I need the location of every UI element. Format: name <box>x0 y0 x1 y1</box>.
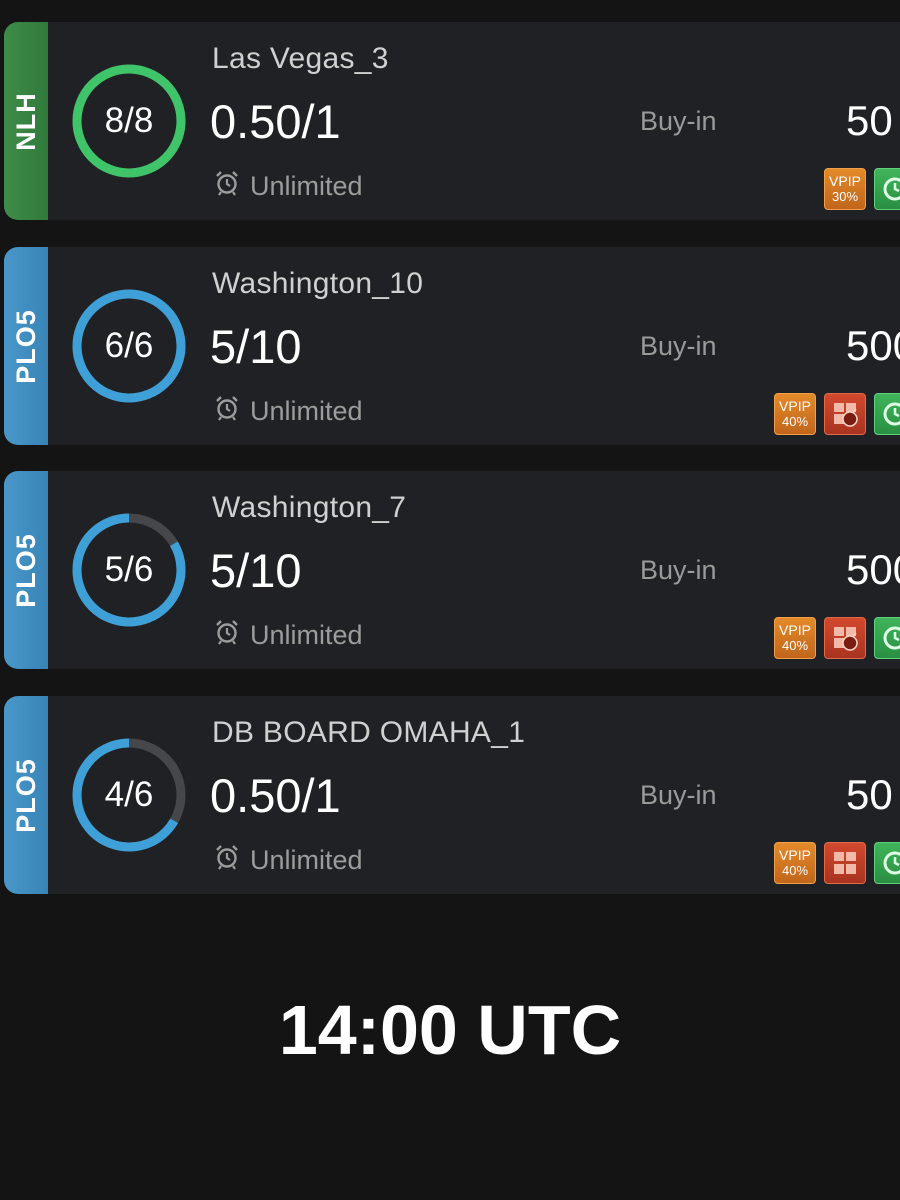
buyin-label: Buy-in <box>640 780 717 810</box>
game-type-label: NLH <box>10 91 41 151</box>
time-limit-label: Unlimited <box>250 396 363 426</box>
alarm-clock-icon <box>214 844 240 877</box>
game-type-label: PLO5 <box>10 532 41 608</box>
time-limit: Unlimited <box>214 395 363 428</box>
vpip-badge: VPIP 40% <box>774 842 816 884</box>
buyin-value: 500 <box>846 322 900 369</box>
vpip-badge-value: 30% <box>831 189 859 204</box>
buyin-value: 50 <box>846 97 893 144</box>
seat-count: 6/6 <box>104 326 154 365</box>
buyin-value: 50 <box>846 771 893 818</box>
table-card[interactable]: PLO5 6/6 Washington_10 5/10 Unlimited Bu… <box>4 247 900 445</box>
game-type-tag: PLO5 <box>4 471 48 669</box>
bomb-pot-icon <box>824 393 866 435</box>
table-name: Las Vegas_3 <box>212 42 389 75</box>
stakes: 0.50/1 <box>210 95 341 148</box>
stakes: 5/10 <box>210 544 302 597</box>
vpip-badge-label: VPIP <box>779 622 811 638</box>
alarm-clock-icon <box>214 619 240 652</box>
alarm-clock-icon <box>214 395 240 428</box>
table-name: Washington_7 <box>212 491 407 524</box>
alarm-clock-icon <box>214 170 240 203</box>
bomb-pot-icon <box>824 617 866 659</box>
clock-icon <box>874 617 900 659</box>
table-name: DB BOARD OMAHA_1 <box>212 716 526 749</box>
clock-icon <box>874 842 900 884</box>
vpip-badge-label: VPIP <box>779 398 811 414</box>
table-card[interactable]: PLO5 4/6 DB BOARD OMAHA_1 0.50/1 Unlimit… <box>4 696 900 894</box>
game-type-tag: PLO5 <box>4 247 48 445</box>
time-limit-label: Unlimited <box>250 845 363 875</box>
game-type-label: PLO5 <box>10 308 41 384</box>
vpip-badge: VPIP 40% <box>774 393 816 435</box>
buyin-label: Buy-in <box>640 555 717 585</box>
vpip-badge-label: VPIP <box>829 173 861 189</box>
feature-badges: VPIP 30% <box>824 168 900 210</box>
buyin-label: Buy-in <box>640 331 717 361</box>
session-time-caption: 14:00 UTC <box>278 991 622 1069</box>
stakes: 5/10 <box>210 320 302 373</box>
vpip-badge-value: 40% <box>781 638 809 653</box>
vpip-badge-label: VPIP <box>779 847 811 863</box>
stakes: 0.50/1 <box>210 769 341 822</box>
time-limit-label: Unlimited <box>250 620 363 650</box>
game-type-label: PLO5 <box>10 757 41 833</box>
time-limit: Unlimited <box>214 844 363 877</box>
vpip-badge: VPIP 40% <box>774 617 816 659</box>
vpip-badge-value: 40% <box>781 414 809 429</box>
seat-count: 5/6 <box>104 550 154 589</box>
double-board-icon <box>824 842 866 884</box>
clock-icon <box>874 393 900 435</box>
table-card[interactable]: PLO5 5/6 Washington_7 5/10 Unlimited Buy… <box>4 471 900 669</box>
table-card[interactable]: NLH 8/8 Las Vegas_3 0.50/1 Unlimited Buy… <box>4 22 900 220</box>
buyin-value: 500 <box>846 546 900 593</box>
time-limit: Unlimited <box>214 619 363 652</box>
clock-icon <box>874 168 900 210</box>
buyin-label: Buy-in <box>640 106 717 136</box>
time-limit: Unlimited <box>214 170 363 203</box>
feature-badges: VPIP 40% <box>774 617 900 659</box>
game-type-tag: NLH <box>4 22 48 220</box>
table-name: Washington_10 <box>212 267 424 300</box>
vpip-badge: VPIP 30% <box>824 168 866 210</box>
seat-count: 8/8 <box>104 101 154 140</box>
time-limit-label: Unlimited <box>250 171 363 201</box>
feature-badges: VPIP 40% <box>774 842 900 884</box>
seat-count: 4/6 <box>104 775 154 814</box>
vpip-badge-value: 40% <box>781 863 809 878</box>
game-type-tag: PLO5 <box>4 696 48 894</box>
feature-badges: VPIP 40% <box>774 393 900 435</box>
